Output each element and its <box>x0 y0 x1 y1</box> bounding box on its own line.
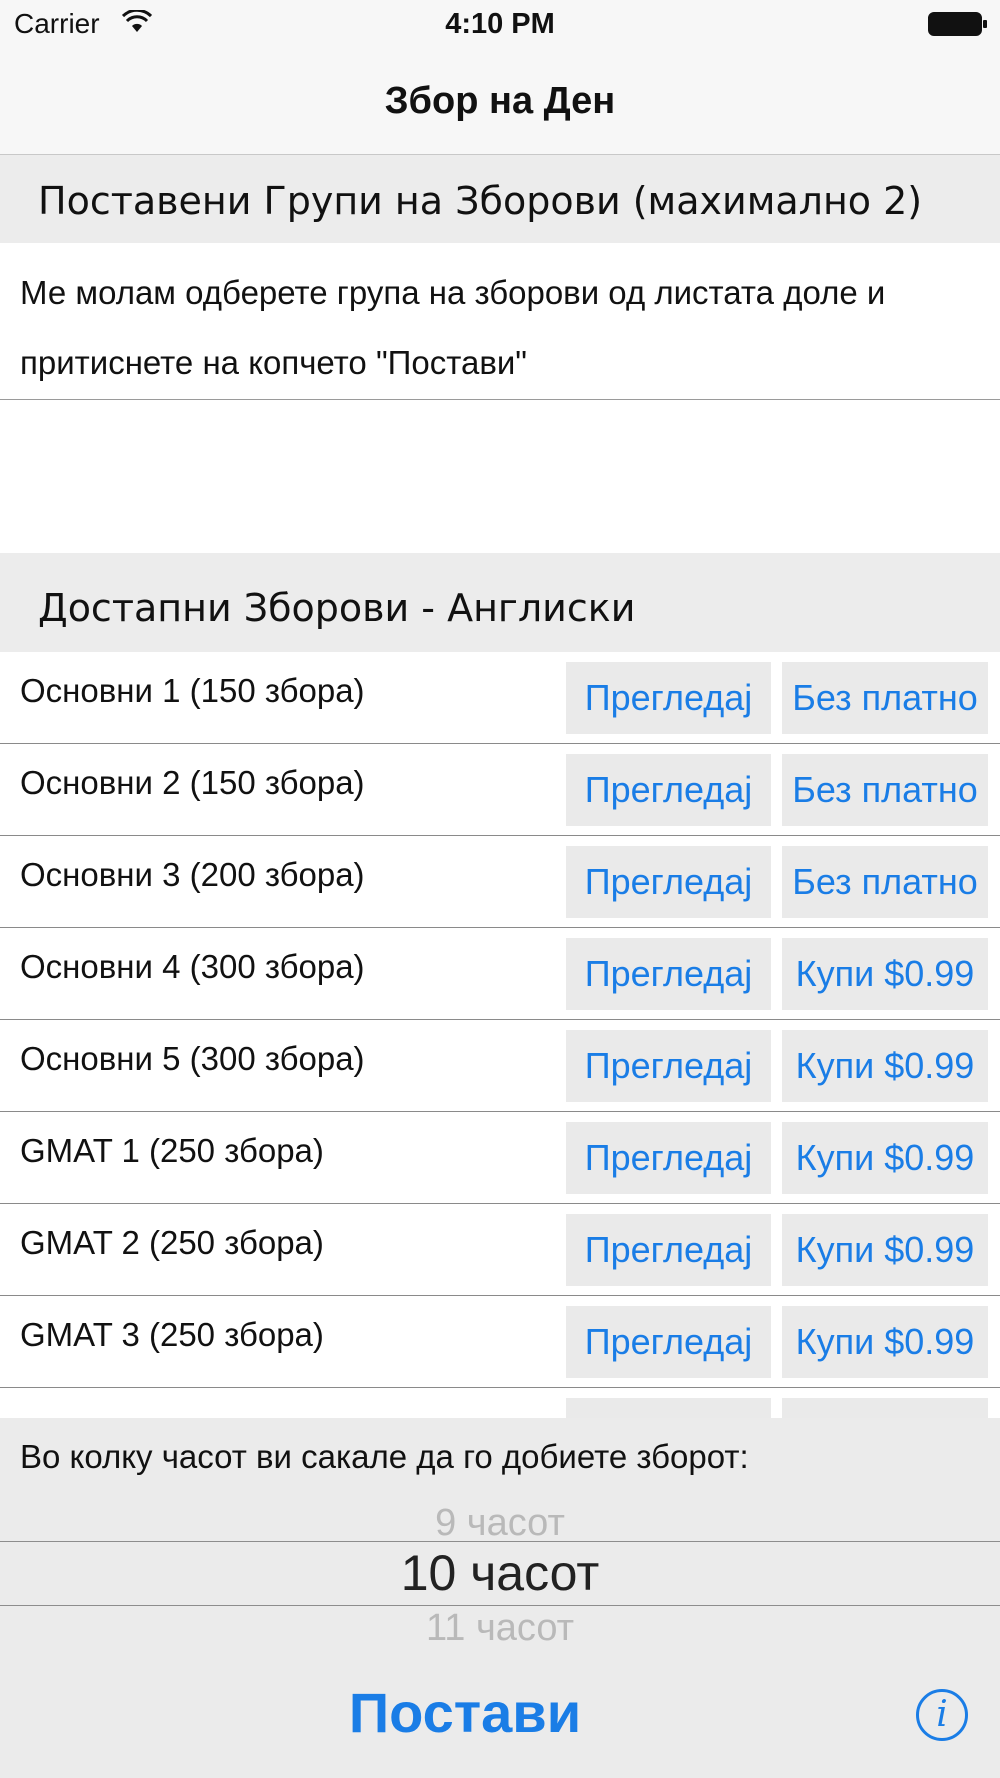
preview-button[interactable]: Прегледај <box>566 1214 771 1286</box>
word-group-list[interactable]: Основни 1 (150 збора) Прегледај Без плат… <box>0 652 1000 1422</box>
table-row: Основни 5 (300 збора) Прегледај Купи $0.… <box>0 1020 1000 1112</box>
table-row: Основни 4 (300 збора) Прегледај Купи $0.… <box>0 928 1000 1020</box>
buy-button[interactable]: Купи $0.99 <box>782 938 988 1010</box>
preview-button[interactable]: Прегледај <box>566 1306 771 1378</box>
status-bar: Carrier 4:10 PM <box>0 0 1000 50</box>
get-free-button[interactable]: Без платно <box>782 754 988 826</box>
preview-button[interactable]: Прегледај <box>566 846 771 918</box>
navigation-bar: Збор на Ден <box>0 50 1000 155</box>
table-row: Основни 3 (200 збора) Прегледај Без плат… <box>0 836 1000 928</box>
word-group-label: GMAT 2 (250 збора) <box>20 1224 324 1261</box>
word-group-label: Основни 4 (300 збора) <box>20 948 365 985</box>
table-row: GMAT 1 (250 збора) Прегледај Купи $0.99 <box>0 1112 1000 1204</box>
buy-button[interactable]: Купи $0.99 <box>782 1030 988 1102</box>
picker-divider <box>0 1605 1000 1606</box>
picker-option[interactable]: 9 часот <box>0 1498 1000 1536</box>
word-group-label: Основни 1 (150 збора) <box>20 672 365 709</box>
word-group-label: Основни 3 (200 збора) <box>20 856 365 893</box>
picker-selected-option[interactable]: 10 часот <box>0 1543 1000 1603</box>
status-time: 4:10 PM <box>445 8 555 40</box>
word-group-label: Основни 5 (300 збора) <box>20 1040 365 1077</box>
battery-icon <box>928 12 987 36</box>
divider <box>0 399 1000 400</box>
buy-button[interactable]: Купи $0.99 <box>782 1306 988 1378</box>
table-row: GMAT 3 (250 збора) Прегледај Купи $0.99 <box>0 1296 1000 1388</box>
get-free-button[interactable]: Без платно <box>782 846 988 918</box>
picker-option[interactable]: 11 часот <box>0 1613 1000 1651</box>
set-button[interactable]: Постави <box>0 1680 930 1745</box>
available-words-header: Достапни Зборови - Англиски <box>0 553 1000 652</box>
table-row: Прегледај Купи $0.99 <box>0 1388 1000 1422</box>
picker-question: Во колку часот ви сакале да го добиете з… <box>20 1438 749 1475</box>
table-row: GMAT 2 (250 збора) Прегледај Купи $0.99 <box>0 1204 1000 1296</box>
picker-divider <box>0 1541 1000 1542</box>
word-group-label: Основни 2 (150 збора) <box>20 764 365 801</box>
selected-groups-header: Поставени Групи на Зборови (махимално 2) <box>0 155 1000 243</box>
preview-button[interactable]: Прегледај <box>566 938 771 1010</box>
buy-button[interactable]: Купи $0.99 <box>782 1122 988 1194</box>
table-row: Основни 2 (150 збора) Прегледај Без плат… <box>0 744 1000 836</box>
preview-button[interactable]: Прегледај <box>566 754 771 826</box>
word-group-label: GMAT 3 (250 збора) <box>20 1316 324 1353</box>
word-group-label: GMAT 1 (250 збора) <box>20 1132 324 1169</box>
table-row: Основни 1 (150 збора) Прегледај Без плат… <box>0 652 1000 744</box>
instructions-text: Ме молам одберете група на зборови од ли… <box>20 274 886 381</box>
buy-button[interactable]: Купи $0.99 <box>782 1214 988 1286</box>
preview-button[interactable]: Прегледај <box>566 662 771 734</box>
info-icon[interactable]: i <box>916 1689 968 1741</box>
get-free-button[interactable]: Без платно <box>782 662 988 734</box>
preview-button[interactable]: Прегледај <box>566 1030 771 1102</box>
page-title: Збор на Ден <box>384 80 616 122</box>
preview-button[interactable]: Прегледај <box>566 1122 771 1194</box>
